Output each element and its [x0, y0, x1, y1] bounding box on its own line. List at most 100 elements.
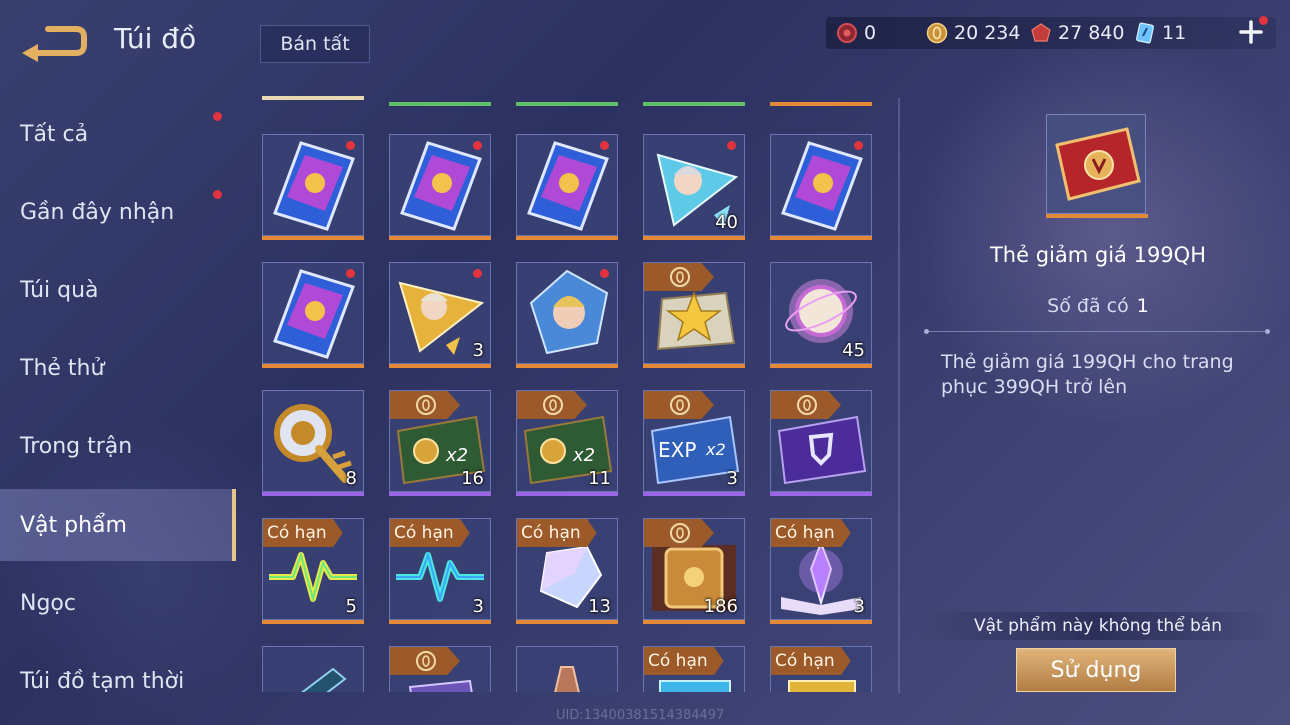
item-slot[interactable]	[770, 134, 872, 240]
new-dot	[600, 269, 609, 278]
sidebar-item-items[interactable]: Vật phẩm	[0, 489, 236, 561]
use-button[interactable]: Sử dụng	[1016, 648, 1176, 692]
partial-item-underline	[262, 96, 364, 100]
svg-text:x2: x2	[572, 445, 595, 466]
item-slot[interactable]: x2 16	[389, 390, 491, 496]
new-dot	[473, 141, 482, 150]
item-slot[interactable]: Có hạn	[643, 646, 745, 692]
sidebar-item-label: Gần đây nhận	[20, 199, 175, 225]
item-quantity: 3	[472, 340, 484, 361]
coin-icon	[670, 395, 690, 415]
blue-voucher-icon	[1136, 22, 1154, 44]
sidebar-item-label: Thẻ thử	[20, 355, 105, 381]
coin-tag	[390, 391, 460, 419]
item-slot[interactable]	[389, 646, 491, 692]
item-slot[interactable]: 40	[643, 134, 745, 240]
item-quantity: 11	[588, 468, 611, 489]
item-quantity: 3	[726, 468, 738, 489]
item-quantity: 8	[345, 468, 357, 489]
currency-value: 20 234	[954, 22, 1021, 44]
bronze-item-icon	[554, 666, 580, 692]
item-slot[interactable]	[516, 134, 618, 240]
item-slot[interactable]: EXP x2 3	[643, 390, 745, 496]
item-slot[interactable]	[389, 134, 491, 240]
back-button[interactable]	[20, 20, 88, 62]
category-sidebar: Tất cả Gần đây nhận Túi quà Thẻ thử Tron…	[0, 92, 236, 725]
item-slot[interactable]	[770, 390, 872, 496]
coin-tag	[390, 647, 460, 675]
card-pack-icon	[781, 141, 863, 231]
sidebar-item-all[interactable]: Tất cả	[0, 98, 236, 170]
sidebar-item-trial-cards[interactable]: Thẻ thử	[0, 332, 236, 404]
item-slot[interactable]	[262, 262, 364, 368]
rarity-bar	[1046, 214, 1148, 218]
rarity-bar	[770, 492, 872, 496]
currency-gold[interactable]: 20 234	[926, 17, 1030, 49]
limited-tag: Có hạn	[771, 519, 851, 547]
rarity-bar	[262, 492, 364, 496]
sidebar-item-temp-bag[interactable]: Túi đồ tạm thời	[0, 645, 236, 717]
card-pack-icon	[527, 141, 609, 231]
rarity-bar	[389, 236, 491, 240]
currency-voucher[interactable]: 11	[1134, 17, 1214, 49]
sidebar-item-recent[interactable]: Gần đây nhận	[0, 176, 236, 248]
rarity-bar	[389, 364, 491, 368]
item-slot[interactable]: Có hạn	[770, 646, 872, 692]
rarity-bar	[770, 364, 872, 368]
rarity-bar	[389, 492, 491, 496]
coin-tag	[771, 391, 841, 419]
item-slot[interactable]: 8	[262, 390, 364, 496]
currency-value: 27 840	[1058, 22, 1125, 44]
item-slot[interactable]	[516, 646, 618, 692]
item-slot[interactable]	[262, 646, 364, 692]
item-slot[interactable]: Có hạn 13	[516, 518, 618, 624]
panel-divider	[898, 98, 900, 693]
rarity-bar	[643, 364, 745, 368]
new-dot	[727, 141, 736, 150]
top-up-button[interactable]	[1238, 16, 1268, 45]
item-slot[interactable]	[262, 134, 364, 240]
coin-tag	[644, 263, 714, 291]
coin-icon	[416, 651, 436, 671]
item-slot[interactable]: 186	[643, 518, 745, 624]
item-slot[interactable]	[643, 262, 745, 368]
sidebar-item-gems[interactable]: Ngọc	[0, 567, 236, 639]
rarity-bar	[770, 620, 872, 624]
item-quantity: 16	[461, 468, 484, 489]
item-slot[interactable]: Có hạn 5	[262, 518, 364, 624]
not-sellable-notice: Vật phẩm này không thể bán	[920, 612, 1276, 640]
item-slot[interactable]: Có hạn 3	[770, 518, 872, 624]
item-slot[interactable]: x2 11	[516, 390, 618, 496]
item-slot[interactable]: 45	[770, 262, 872, 368]
item-quantity: 5	[345, 596, 357, 617]
partial-item-underline	[770, 102, 872, 106]
notification-dot	[213, 112, 222, 121]
card-pack-icon	[273, 141, 355, 231]
page-title: Túi đồ	[114, 22, 197, 55]
limited-tag: Có hạn	[517, 519, 597, 547]
rarity-bar	[770, 236, 872, 240]
sell-all-button[interactable]: Bán tất	[260, 25, 370, 63]
item-slot[interactable]: Có hạn 3	[389, 518, 491, 624]
coin-icon	[543, 395, 563, 415]
item-quantity: 13	[588, 596, 611, 617]
svg-text:x2: x2	[445, 445, 468, 466]
sidebar-item-in-match[interactable]: Trong trận	[0, 410, 236, 482]
partial-item-underline	[643, 102, 745, 106]
notification-dot	[213, 190, 222, 199]
card-pack-icon	[273, 269, 355, 359]
sidebar-item-gift-bag[interactable]: Túi quà	[0, 254, 236, 326]
coin-icon	[670, 267, 690, 287]
new-dot	[473, 269, 482, 278]
rarity-bar	[643, 492, 745, 496]
rarity-bar	[262, 364, 364, 368]
gold-coin-icon	[926, 22, 948, 44]
sidebar-item-label: Túi quà	[20, 277, 99, 303]
currency-ruby[interactable]: 27 840	[1030, 17, 1134, 49]
detail-divider	[924, 329, 1270, 334]
user-id: UID:13400381514384497	[556, 708, 725, 723]
currency-red-gem[interactable]: 0	[826, 17, 926, 49]
new-dot	[854, 141, 863, 150]
item-slot[interactable]: 3	[389, 262, 491, 368]
item-slot[interactable]	[516, 262, 618, 368]
